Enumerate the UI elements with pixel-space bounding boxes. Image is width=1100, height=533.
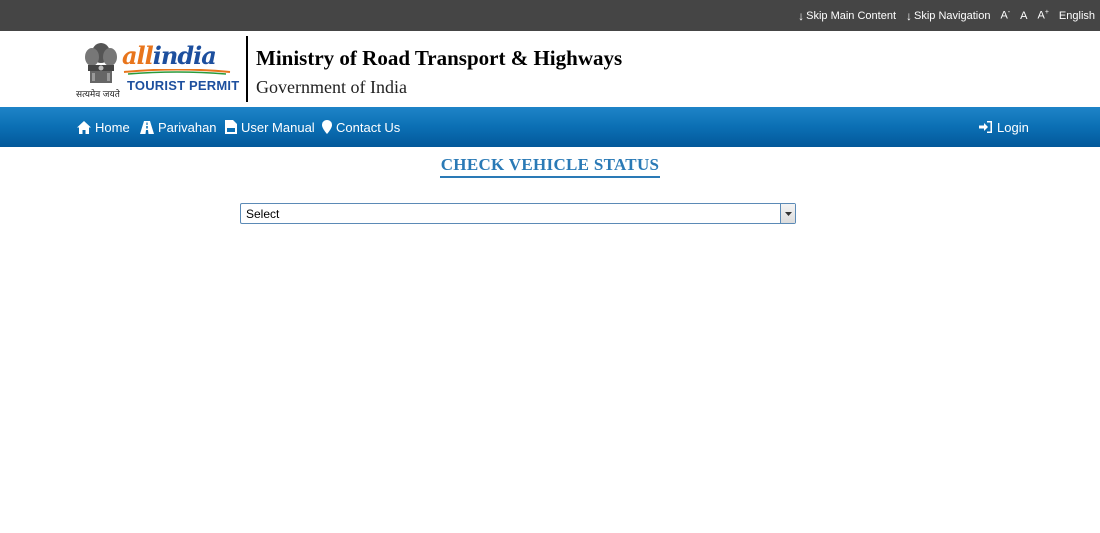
nav-parivahan-label: Parivahan [158,119,217,135]
nav-login[interactable]: Login [979,107,1029,147]
home-icon [77,120,91,134]
all-india-logo[interactable]: allindia [122,41,217,70]
accessibility-bar: ↓ Skip Main Content ↓ Skip Navigation A-… [0,0,1100,31]
nav-contact-us-label: Contact Us [336,119,401,135]
language-selector[interactable]: English [1059,10,1095,22]
arrow-down-icon: ↓ [906,8,913,23]
nav-contact-us[interactable]: Contact Us [322,107,400,147]
road-icon [140,120,154,134]
sign-in-icon [979,121,992,133]
ministry-title: Ministry of Road Transport & Highways [256,46,623,70]
map-marker-icon [322,120,332,134]
title-underline [440,176,660,178]
main-navigation: Home Parivahan User Manual Contact Us Lo… [0,107,1100,147]
logo-tourist-permit: TOURIST PERMIT [127,78,240,93]
nav-home[interactable]: Home [77,107,130,147]
font-increase-sup: + [1044,9,1049,17]
font-decrease-sup: - [1007,9,1011,17]
skip-main-content-label: Skip Main Content [806,9,897,22]
logo-part-all: all [122,41,154,70]
font-decrease-label: A [1000,9,1008,22]
nav-user-manual-label: User Manual [241,119,315,135]
font-increase-label: A [1037,9,1045,22]
font-normal-button[interactable]: A [1020,10,1027,22]
vehicle-status-select[interactable]: Select [240,203,796,224]
chevron-down-icon[interactable] [780,204,795,223]
logo-part-india: india [152,41,217,70]
emblem-motto: सत्यमेव जयते [76,89,120,99]
nav-home-label: Home [95,119,130,135]
nav-parivahan[interactable]: Parivahan [140,107,217,147]
accessibility-links: ↓ Skip Main Content ↓ Skip Navigation A-… [788,0,1095,31]
nav-user-manual[interactable]: User Manual [225,107,315,147]
page-title: CHECK VEHICLE STATUS [440,155,660,174]
select-value: Select [246,207,280,221]
government-subtitle: Government of India [256,77,407,97]
arrow-down-icon: ↓ [798,8,805,23]
logo-swoosh-icon [123,69,231,75]
skip-navigation-label: Skip Navigation [914,9,991,22]
font-decrease-button[interactable]: A- [1000,9,1010,22]
site-header: सत्यमेव जयते allindia TOURIST PERMIT Min… [0,31,1100,107]
header-divider [246,36,248,102]
skip-navigation-link[interactable]: ↓ Skip Navigation [906,9,990,23]
nav-login-label: Login [997,119,1029,135]
font-increase-button[interactable]: A+ [1037,9,1048,22]
skip-main-content-link[interactable]: ↓ Skip Main Content [798,9,896,23]
pdf-file-icon [225,120,237,134]
